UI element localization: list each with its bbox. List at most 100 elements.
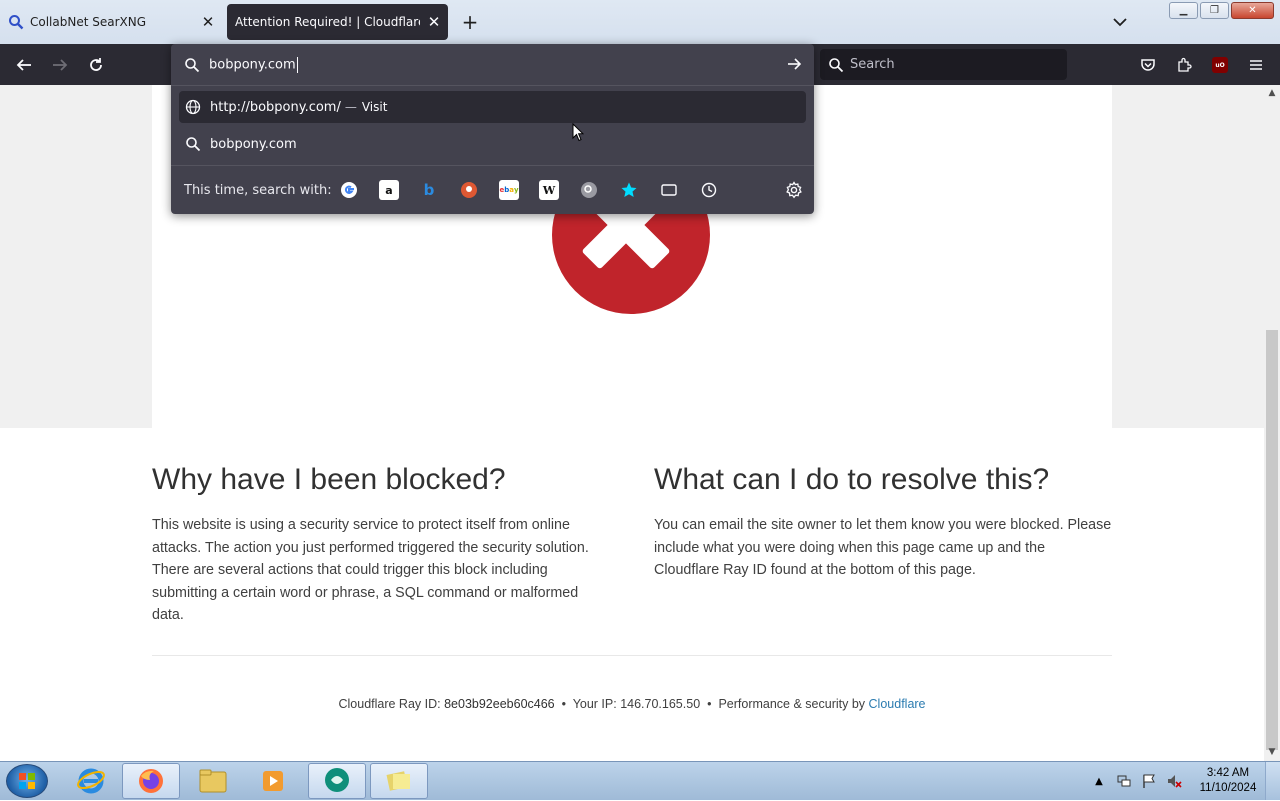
bookmarks-icon[interactable] xyxy=(619,180,639,200)
media-player-icon xyxy=(263,771,283,791)
resolve-section: What can I do to resolve this? You can e… xyxy=(654,460,1114,582)
ublock-origin-icon[interactable]: uO xyxy=(1208,53,1232,77)
resolve-text: You can email the site owner to let them… xyxy=(654,517,1112,579)
taskbar-internet-explorer[interactable] xyxy=(62,763,120,799)
action-center-flag-icon[interactable] xyxy=(1141,773,1157,789)
tabs-icon[interactable] xyxy=(659,180,679,200)
google-icon[interactable] xyxy=(339,180,359,200)
duckduckgo-icon[interactable] xyxy=(459,180,479,200)
reload-icon xyxy=(90,58,102,71)
minimize-button[interactable]: ▁ xyxy=(1169,2,1198,19)
show-desktop-button[interactable] xyxy=(1265,762,1280,800)
folder-icon xyxy=(199,769,227,793)
show-hidden-icons[interactable]: ▲ xyxy=(1091,773,1107,789)
chat-app-icon xyxy=(325,768,349,792)
extensions-icon[interactable] xyxy=(1172,53,1196,77)
back-arrow-icon xyxy=(16,59,31,71)
taskbar-app-green[interactable] xyxy=(308,763,366,799)
system-tray: ▲ 3:42 AM 11/10/2024 xyxy=(1091,762,1280,800)
divider xyxy=(171,85,814,86)
oneoff-label: This time, search with: xyxy=(184,182,332,198)
windows-taskbar: ▲ 3:42 AM 11/10/2024 xyxy=(0,761,1280,800)
wikipedia-icon[interactable]: W xyxy=(539,180,559,200)
taskbar-clock[interactable]: 3:42 AM 11/10/2024 xyxy=(1191,766,1265,796)
url-bar-dropdown: bobpony.com http://bobpony.com/ — Visit … xyxy=(171,44,814,214)
chevron-down-icon[interactable] xyxy=(1109,12,1131,32)
volume-muted-icon[interactable] xyxy=(1166,773,1182,789)
mouse-cursor-icon xyxy=(572,123,584,142)
sticky-notes-icon xyxy=(386,771,410,791)
search-icon xyxy=(829,57,844,72)
footer-bullet: • xyxy=(707,697,712,711)
searxng-icon[interactable] xyxy=(579,180,599,200)
url-suggestion-visit[interactable]: http://bobpony.com/ — Visit xyxy=(179,91,806,123)
gear-icon[interactable] xyxy=(785,181,803,203)
internet-explorer-icon xyxy=(77,768,105,794)
tab-strip: CollabNet SearXNG ✕ Attention Required! … xyxy=(0,0,1280,44)
url-input-value: bobpony.com xyxy=(209,57,296,72)
url-input[interactable]: bobpony.com xyxy=(171,44,814,85)
pocket-icon[interactable] xyxy=(1136,53,1160,77)
reload-button[interactable] xyxy=(83,52,109,78)
ip-value: 146.70.165.50 xyxy=(620,697,701,711)
performance-label: Performance & security by xyxy=(718,697,866,711)
cloudflare-footer: Cloudflare Ray ID: 8e03b92eeb60c466 • Yo… xyxy=(0,697,1264,711)
resolve-heading: What can I do to resolve this? xyxy=(654,463,1050,496)
why-blocked-heading: Why have I been blocked? xyxy=(152,463,506,496)
globe-icon xyxy=(185,99,201,115)
divider xyxy=(171,165,814,166)
restore-button[interactable]: ❐ xyxy=(1200,2,1229,19)
cloudflare-link[interactable]: Cloudflare xyxy=(869,697,926,711)
start-button[interactable] xyxy=(6,764,48,798)
taskbar-media-player[interactable] xyxy=(244,763,302,799)
search-icon xyxy=(185,57,200,72)
taskbar-sticky-notes[interactable] xyxy=(370,763,428,799)
suggestion-separator: — xyxy=(344,100,357,114)
close-window-button[interactable]: ✕ xyxy=(1231,2,1274,19)
suggestion-text: bobpony.com xyxy=(210,136,297,152)
why-blocked-section: Why have I been blocked? This website is… xyxy=(152,460,612,627)
tab-attention-required[interactable]: Attention Required! | Cloudflare ✕ xyxy=(227,4,448,40)
firefox-icon xyxy=(139,769,163,793)
scroll-down-icon[interactable]: ▼ xyxy=(1267,747,1277,757)
windows-logo-icon xyxy=(19,773,35,789)
go-arrow-icon[interactable] xyxy=(786,56,802,76)
search-bar[interactable]: Search xyxy=(820,49,1067,80)
back-button[interactable] xyxy=(11,52,37,78)
tab-title: CollabNet SearXNG xyxy=(30,15,147,29)
taskbar-file-explorer[interactable] xyxy=(184,763,242,799)
window-controls: ▁ ❐ ✕ xyxy=(1169,2,1274,19)
scroll-up-icon[interactable]: ▲ xyxy=(1267,88,1277,98)
search-icon xyxy=(186,137,201,152)
url-suggestion-search[interactable]: bobpony.com xyxy=(179,128,806,160)
tab-title: Attention Required! | Cloudflare xyxy=(235,15,420,29)
footer-bullet: • xyxy=(561,697,566,711)
search-engine-list: a b ebay W xyxy=(339,180,719,200)
page-scrollbar[interactable]: ▲ ▼ xyxy=(1264,85,1280,761)
clock-date: 11/10/2024 xyxy=(1199,782,1257,794)
close-tab-icon[interactable]: ✕ xyxy=(420,13,448,31)
search-placeholder: Search xyxy=(850,57,895,72)
bing-icon[interactable]: b xyxy=(419,180,439,200)
suggestion-url: http://bobpony.com/ xyxy=(210,99,341,115)
clock-time: 3:42 AM xyxy=(1206,767,1250,779)
forward-arrow-icon xyxy=(53,59,68,71)
history-icon[interactable] xyxy=(699,180,719,200)
amazon-icon[interactable]: a xyxy=(379,180,399,200)
menu-icon[interactable] xyxy=(1244,53,1268,77)
new-tab-button[interactable]: + xyxy=(458,10,482,34)
ray-id-label: Cloudflare Ray ID: xyxy=(338,697,441,711)
close-tab-icon[interactable]: ✕ xyxy=(194,13,222,31)
footer-divider xyxy=(152,655,1112,656)
search-icon xyxy=(8,14,24,30)
ebay-icon[interactable]: ebay xyxy=(499,180,519,200)
forward-button[interactable] xyxy=(47,52,73,78)
suggestion-action: Visit xyxy=(361,100,388,114)
tab-collabnet-searxng[interactable]: CollabNet SearXNG ✕ xyxy=(0,4,222,40)
network-icon[interactable] xyxy=(1116,773,1132,789)
scrollbar-thumb[interactable] xyxy=(1266,330,1278,750)
taskbar-firefox[interactable] xyxy=(122,763,180,799)
text-caret xyxy=(296,56,298,73)
why-blocked-text: This website is using a security service… xyxy=(152,517,589,624)
ip-label: Your IP: xyxy=(572,697,617,711)
